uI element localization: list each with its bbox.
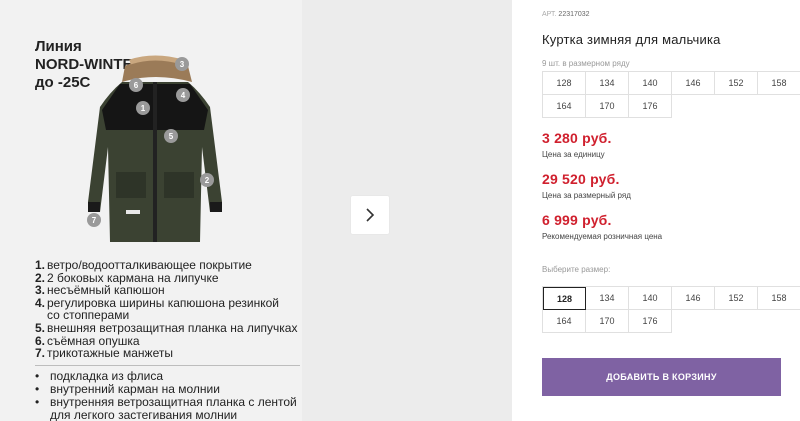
size-option-152[interactable]: 152	[715, 287, 758, 310]
article-value: 22317032	[558, 11, 590, 18]
size-row-cell: 140	[629, 72, 672, 95]
size-row-cell: 158	[758, 72, 800, 95]
size-row-cell: 128	[543, 72, 586, 95]
product-title: Куртка зимняя для мальчика	[542, 32, 721, 47]
size-row-cell: 164	[543, 95, 586, 118]
bullet-list: • подкладка из флиса • внутренний карман н…	[35, 370, 300, 421]
bullet-dot: •	[35, 395, 40, 409]
article-number: АРТ. 22317032	[542, 11, 590, 18]
article-label: АРТ.	[542, 11, 557, 18]
bullet-dot	[35, 409, 50, 421]
svg-text:5: 5	[169, 132, 174, 141]
size-option-140[interactable]: 140	[629, 287, 672, 310]
add-to-cart-button[interactable]: ДОБАВИТЬ В КОРЗИНУ	[542, 358, 781, 396]
size-selector: 128 134 140 146 152 158 164 170 176	[542, 286, 800, 333]
feature-item: 3. несъёмный капюшон	[35, 284, 297, 297]
price-unit: 3 280 руб.	[542, 130, 612, 146]
svg-text:7: 7	[92, 216, 97, 225]
jacket-image: 3 1 6 4 5 2 7	[87, 55, 222, 242]
size-option-170[interactable]: 170	[586, 310, 629, 333]
feature-number: 4.	[35, 295, 46, 310]
size-option-164[interactable]: 164	[543, 310, 586, 333]
svg-text:4: 4	[181, 91, 186, 100]
svg-text:3: 3	[180, 60, 185, 69]
feature-text: внешняя ветрозащитная планка на липучках	[47, 320, 298, 335]
divider	[35, 365, 300, 366]
price-row: 29 520 руб.	[542, 171, 620, 187]
size-row-grid: 128 134 140 146 152 158 164 170 176	[542, 71, 800, 118]
product-image-panel: Линия NORD-WINTER до -25С 3 1 6 4 5 2 7	[0, 0, 302, 421]
size-row-cell: 152	[715, 72, 758, 95]
price-retail: 6 999 руб.	[542, 212, 612, 228]
size-row-cell: 134	[586, 72, 629, 95]
chevron-right-icon	[366, 208, 375, 222]
feature-item: 1. ветро/водоотталкивающее покрытие	[35, 259, 297, 272]
price-row-label: Цена за размерный ряд	[542, 191, 631, 200]
size-row-cell: 170	[586, 95, 629, 118]
feature-text: ветро/водоотталкивающее покрытие	[47, 258, 252, 272]
choose-size-label: Выберите размер:	[542, 265, 611, 274]
feature-number: 3.	[35, 283, 46, 298]
feature-number: 5.	[35, 320, 46, 335]
feature-text: трикотажные манжеты	[47, 346, 173, 361]
size-row-cell: 176	[629, 95, 672, 118]
feature-item: 5. внешняя ветрозащитная планка на липучк…	[35, 322, 297, 335]
feature-item: 7. трикотажные манжеты	[35, 347, 297, 360]
feature-text: несъёмный капюшон	[47, 283, 165, 298]
size-option-158[interactable]: 158	[758, 287, 800, 310]
next-image-button[interactable]	[351, 196, 389, 234]
svg-text:2: 2	[205, 176, 210, 185]
size-row-count: 9 шт. в размерном ряду	[542, 59, 630, 68]
size-option-176[interactable]: 176	[629, 310, 672, 333]
size-option-128[interactable]: 128	[543, 287, 586, 310]
size-row-cell: 146	[672, 72, 715, 95]
svg-text:6: 6	[134, 81, 139, 90]
bullet-text: для легкого застегивания молнии	[50, 408, 238, 421]
feature-list: 1. ветро/водоотталкивающее покрытие 2. 2 б…	[35, 259, 297, 360]
size-option-146[interactable]: 146	[672, 287, 715, 310]
price-retail-label: Рекомендуемая розничная цена	[542, 232, 663, 241]
gallery-area	[302, 0, 512, 421]
bullet-item: для легкого застегивания молнии	[35, 409, 300, 421]
price-unit-label: Цена за единицу	[542, 150, 605, 159]
svg-text:1: 1	[141, 104, 146, 113]
size-option-134[interactable]: 134	[586, 287, 629, 310]
feature-number: 1.	[35, 258, 46, 272]
feature-number: 7.	[35, 346, 46, 361]
